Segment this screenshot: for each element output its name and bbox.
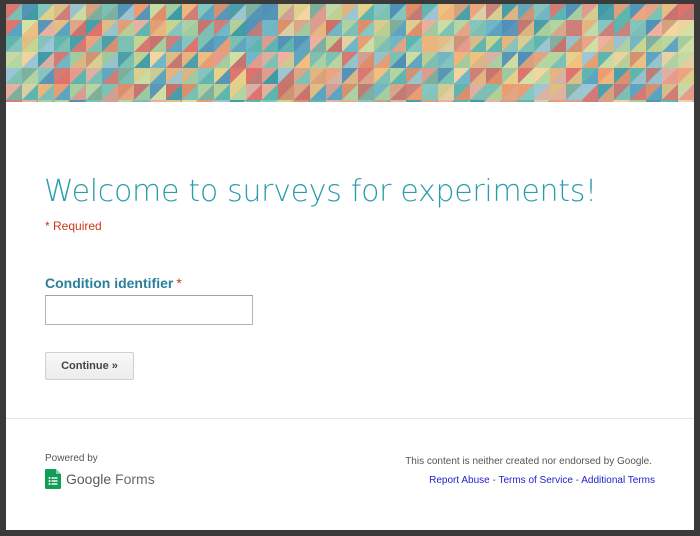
banner-tile <box>326 100 342 102</box>
banner-tile <box>502 100 518 102</box>
banner-tile <box>118 100 134 102</box>
disclaimer-text: This content is neither created nor endo… <box>405 456 652 467</box>
header-banner <box>6 4 694 102</box>
google-forms-icon <box>45 469 61 489</box>
banner-tile <box>278 100 294 102</box>
banner-tile <box>518 100 534 102</box>
banner-tile <box>134 100 150 102</box>
banner-tile <box>550 100 566 102</box>
additional-terms-link[interactable]: Additional Terms <box>581 475 655 486</box>
banner-tile <box>150 100 166 102</box>
banner-tile <box>406 100 422 102</box>
banner-tile <box>70 100 86 102</box>
required-asterisk: * <box>176 275 182 291</box>
form-page: Welcome to surveys for experiments! * Re… <box>6 4 694 530</box>
banner-tile <box>6 100 22 102</box>
terms-of-service-link[interactable]: Terms of Service <box>498 475 572 486</box>
report-abuse-link[interactable]: Report Abuse <box>429 475 490 486</box>
banner-tile <box>22 100 38 102</box>
banner-tile <box>294 100 310 102</box>
banner-tile <box>470 100 486 102</box>
banner-tile <box>342 100 358 102</box>
banner-tile <box>390 100 406 102</box>
banner-tile <box>662 100 678 102</box>
banner-tile <box>422 100 438 102</box>
banner-tile <box>262 100 278 102</box>
powered-by-label: Powered by <box>45 453 98 464</box>
required-note: * Required <box>45 219 102 233</box>
banner-tile <box>230 100 246 102</box>
banner-tile <box>438 100 454 102</box>
banner-tile <box>374 100 390 102</box>
form-title: Welcome to surveys for experiments! <box>44 174 597 209</box>
banner-tile <box>454 100 470 102</box>
link-separator: - <box>572 475 582 486</box>
google-forms-wordmark: Google Forms <box>66 471 155 487</box>
banner-tile <box>166 100 182 102</box>
wordmark-forms: Forms <box>115 471 155 487</box>
banner-tile <box>566 100 582 102</box>
question-label-text: Condition identifier <box>45 275 174 291</box>
footer-divider <box>6 418 694 419</box>
banner-tile <box>646 100 662 102</box>
banner-tile <box>246 100 262 102</box>
banner-tile <box>614 100 630 102</box>
banner-tile <box>598 100 614 102</box>
banner-tile <box>358 100 374 102</box>
banner-tile <box>310 100 326 102</box>
banner-pattern <box>6 4 694 102</box>
banner-tile <box>198 100 214 102</box>
banner-tile <box>38 100 54 102</box>
footer-links: Report Abuse - Terms of Service - Additi… <box>429 475 655 486</box>
banner-tile <box>214 100 230 102</box>
continue-button[interactable]: Continue » <box>45 352 134 380</box>
question-label: Condition identifier * <box>45 275 182 291</box>
banner-tile <box>86 100 102 102</box>
banner-tile <box>582 100 598 102</box>
banner-tile <box>102 100 118 102</box>
banner-tile <box>534 100 550 102</box>
banner-tile <box>182 100 198 102</box>
banner-tile <box>678 100 694 102</box>
google-forms-logo[interactable]: Google Forms <box>45 468 155 490</box>
banner-tile <box>486 100 502 102</box>
wordmark-google: Google <box>66 471 112 487</box>
banner-tile <box>54 100 70 102</box>
banner-tile <box>630 100 646 102</box>
condition-identifier-input[interactable] <box>45 295 253 325</box>
